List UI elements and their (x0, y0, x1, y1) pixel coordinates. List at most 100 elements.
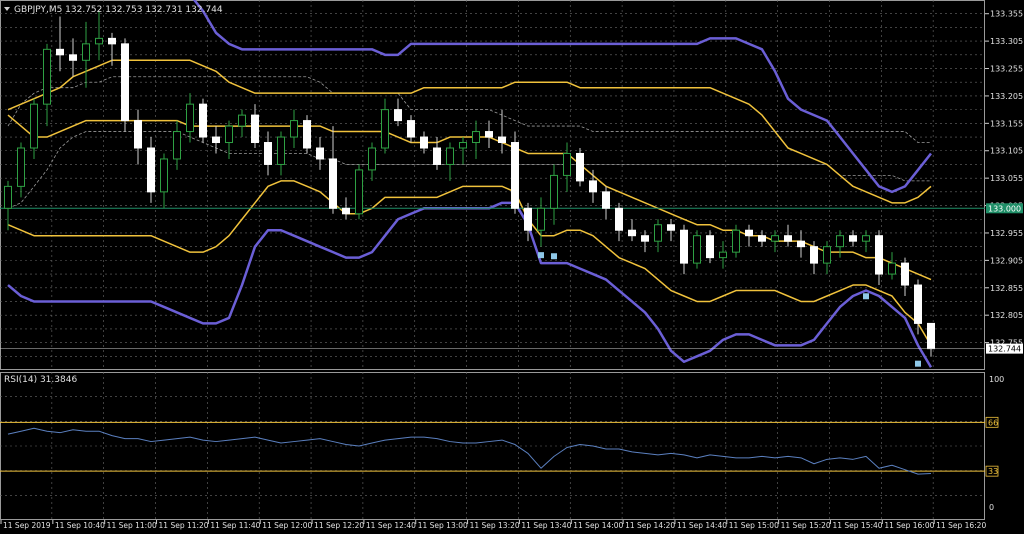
candle-body[interactable] (186, 103, 194, 133)
candle-body[interactable] (524, 207, 532, 231)
time-tick-label: 11 Sep 10:40 (55, 521, 105, 530)
signal-marker (538, 252, 544, 259)
candle-body[interactable] (212, 136, 220, 144)
candle-body[interactable] (160, 158, 168, 193)
candle-body[interactable] (472, 131, 480, 144)
rsi-line (7, 427, 932, 475)
candle-body[interactable] (43, 48, 51, 105)
symbol-dropdown-icon[interactable] (4, 7, 10, 11)
candle-body[interactable] (407, 120, 415, 138)
price-tick-label: 133.055 (990, 174, 1023, 183)
time-tick-label: 11 Sep 11:00 (107, 521, 157, 530)
candle-body[interactable] (602, 191, 610, 209)
overlay-labels: GBPJPY,M5 132.752 132.753 132.731 132.74… (4, 5, 1004, 512)
candle-body[interactable] (147, 147, 155, 193)
candle-body[interactable] (784, 235, 792, 242)
candle-body[interactable] (329, 158, 337, 209)
candle-body[interactable] (251, 114, 259, 144)
candle-body[interactable] (82, 43, 90, 61)
candle-body[interactable] (693, 235, 701, 264)
candle-body[interactable] (888, 262, 896, 275)
candle-body[interactable] (225, 125, 233, 144)
candle-body[interactable] (199, 103, 207, 138)
candle-body[interactable] (615, 207, 623, 231)
candle-body[interactable] (550, 174, 558, 209)
candle-body[interactable] (459, 142, 467, 149)
candle-body[interactable] (381, 109, 389, 149)
candle-body[interactable] (563, 152, 571, 176)
candle-body[interactable] (368, 147, 376, 171)
signal-marker (863, 293, 869, 300)
candle-body[interactable] (927, 322, 935, 350)
candle-body[interactable] (511, 142, 519, 209)
candle-body[interactable] (277, 136, 285, 165)
candle-body[interactable] (355, 169, 363, 215)
rsi-scale-bottom: 0 (989, 503, 994, 512)
time-tick-label: 11 Sep 12:00 (262, 521, 312, 530)
candle-body[interactable] (238, 114, 246, 127)
candle-body[interactable] (394, 109, 402, 122)
candle-body[interactable] (667, 224, 675, 231)
candle-body[interactable] (303, 120, 311, 149)
time-tick-label: 11 Sep 16:00 (884, 521, 934, 530)
candle-body[interactable] (537, 207, 545, 231)
candle-body[interactable] (446, 147, 454, 165)
current-price-tag-label: 132.744 (988, 345, 1021, 354)
candle-body[interactable] (810, 246, 818, 264)
candle-body[interactable] (589, 180, 597, 193)
candle-body[interactable] (901, 262, 909, 286)
candle-body[interactable] (914, 284, 922, 324)
rsi-label: RSI(14) 31.3846 (4, 375, 77, 385)
candle-body[interactable] (173, 131, 181, 160)
time-tick-label: 11 Sep 13:00 (418, 521, 468, 530)
candle-body[interactable] (628, 229, 636, 237)
candle-body[interactable] (30, 103, 38, 149)
candle-body[interactable] (680, 229, 688, 264)
candle-body[interactable] (17, 147, 25, 187)
candle-body[interactable] (69, 54, 77, 61)
candle-body[interactable] (797, 240, 805, 248)
candle-body[interactable] (485, 131, 493, 138)
candle-body[interactable] (849, 235, 857, 242)
price-tick-label: 132.855 (990, 284, 1023, 293)
candle-body[interactable] (264, 142, 272, 165)
candle-body[interactable] (862, 235, 870, 242)
candle-body[interactable] (771, 235, 779, 242)
candle-body[interactable] (498, 136, 506, 144)
candle-body[interactable] (576, 152, 584, 182)
candle-body[interactable] (758, 235, 766, 242)
candle-body[interactable] (290, 120, 298, 138)
symbol-info-label: GBPJPY,M5 132.752 132.753 132.731 132.74… (14, 5, 223, 15)
price-tick-label: 133.105 (990, 147, 1023, 156)
candle-body[interactable] (654, 224, 662, 242)
candle-body[interactable] (420, 136, 428, 149)
candle-body[interactable] (706, 235, 714, 259)
time-tick-label: 11 Sep 11:40 (210, 521, 260, 530)
candle-body[interactable] (745, 229, 753, 237)
trading-chart[interactable]: 66 33 133.355 133.305 133.255 133.205 133.155… (0, 0, 1024, 530)
time-tick-label: 11 Sep 15:00 (729, 521, 779, 530)
candle-body[interactable] (121, 43, 129, 122)
signal-marker (551, 253, 557, 260)
candle-body[interactable] (4, 185, 12, 209)
price-tick-label: 132.905 (990, 256, 1023, 265)
candle-body[interactable] (719, 251, 727, 259)
candle-body[interactable] (108, 37, 116, 45)
candle-body[interactable] (836, 235, 844, 248)
candle-body[interactable] (134, 120, 142, 149)
chart-canvas[interactable]: 66 33 133.355 133.305 133.255 133.205 133.155… (0, 0, 1024, 530)
candle-body[interactable] (56, 48, 64, 56)
candle-body[interactable] (342, 207, 350, 215)
candle-body[interactable] (732, 229, 740, 253)
rsi-panel: 66 33 (0, 416, 999, 477)
candle-body[interactable] (433, 147, 441, 165)
candle-body[interactable] (823, 246, 831, 264)
candle-body[interactable] (95, 37, 103, 45)
time-tick-label: 11 Sep 14:20 (625, 521, 675, 530)
candle-body[interactable] (316, 147, 324, 160)
time-tick-label: 11 Sep 12:20 (314, 521, 364, 530)
candle-body[interactable] (641, 235, 649, 242)
price-tick-label: 133.255 (990, 65, 1023, 74)
candle-body[interactable] (875, 235, 883, 275)
time-tick-label: 11 Sep 16:20 (936, 521, 986, 530)
